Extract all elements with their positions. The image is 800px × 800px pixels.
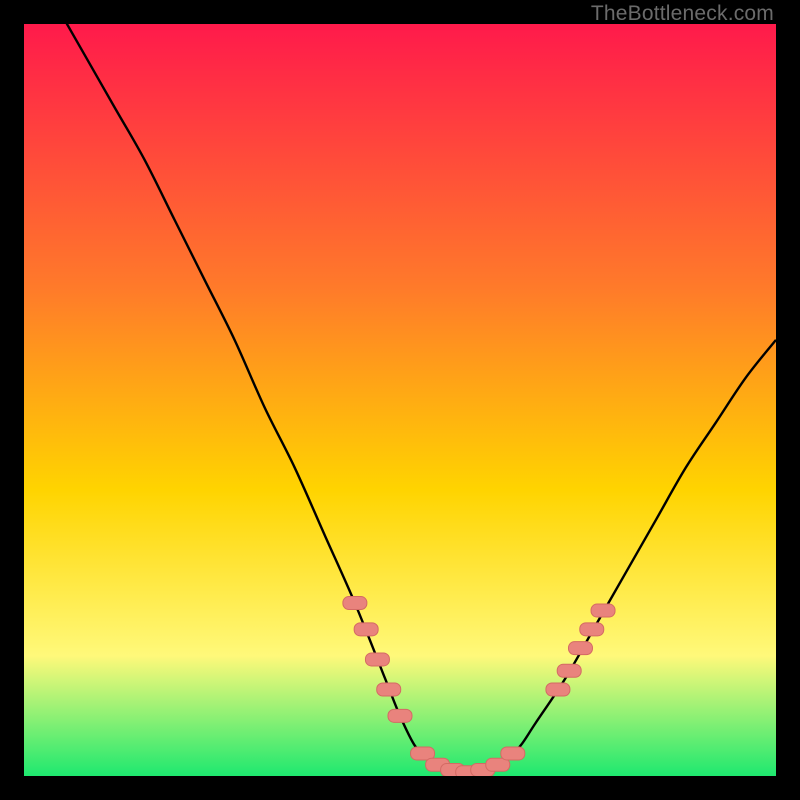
watermark-text: TheBottleneck.com (591, 2, 774, 26)
chart-frame (24, 24, 776, 776)
data-marker (568, 642, 592, 655)
data-marker (557, 664, 581, 677)
bottleneck-chart (24, 24, 776, 776)
data-marker (546, 683, 570, 696)
data-marker (580, 623, 604, 636)
data-marker (591, 604, 615, 617)
data-marker (343, 597, 367, 610)
data-marker (388, 709, 412, 722)
gradient-background (24, 24, 776, 776)
data-marker (365, 653, 389, 666)
data-marker (377, 683, 401, 696)
data-marker (501, 747, 525, 760)
data-marker (354, 623, 378, 636)
